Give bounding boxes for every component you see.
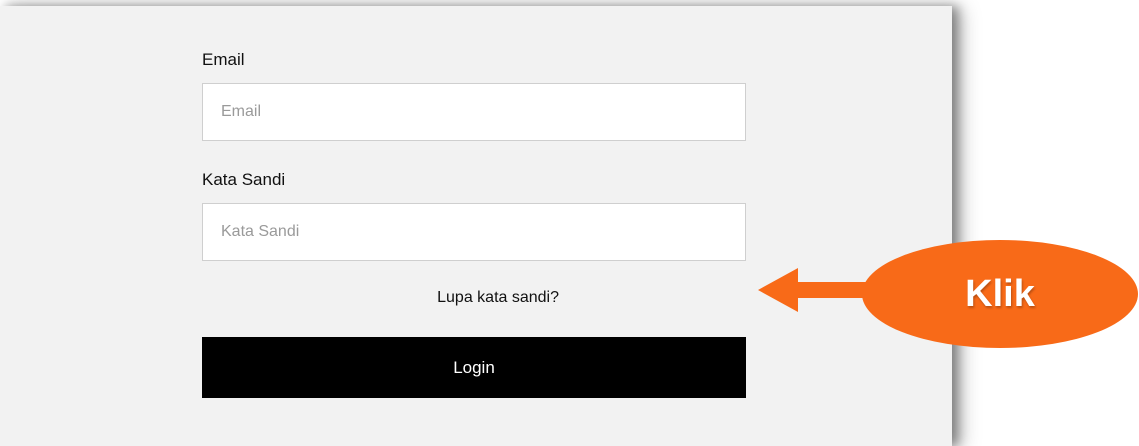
password-label: Kata Sandi	[202, 170, 286, 189]
password-input[interactable]	[202, 203, 746, 261]
login-panel: Email Kata Sandi Lupa kata sandi? Login	[0, 6, 952, 446]
forgot-password-link[interactable]: Lupa kata sandi?	[437, 289, 559, 307]
email-label: Email	[202, 50, 245, 69]
email-input[interactable]	[202, 83, 746, 141]
login-button[interactable]: Login	[202, 337, 746, 398]
klik-callout: Klik	[862, 240, 1138, 348]
